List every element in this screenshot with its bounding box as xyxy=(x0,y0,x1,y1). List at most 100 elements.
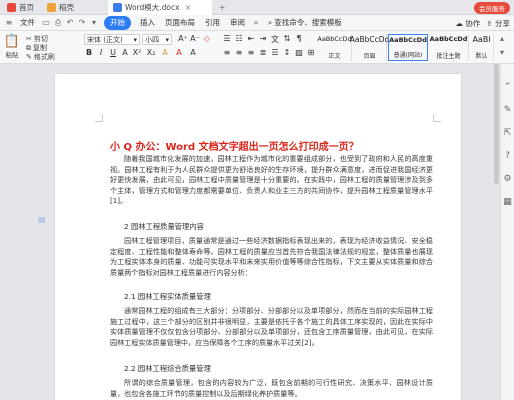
help-icon[interactable]: ? xyxy=(505,151,510,161)
style-header[interactable]: AaBbCcDd 页眉 xyxy=(349,34,390,61)
edit-pen-icon[interactable]: ✎ xyxy=(504,105,512,115)
style-default[interactable]: AaBl 默认 xyxy=(470,34,494,61)
style-name: 批注主题 xyxy=(436,53,461,60)
bullet-list-icon[interactable]: ☰ xyxy=(222,34,232,43)
save-icon[interactable]: ▭ xyxy=(41,18,51,28)
paragraph-text: 通常园林工程的组成有三大部分：分项部分、分部部分以及单项部分，然而在当前的实际园… xyxy=(110,306,433,347)
more-icon[interactable]: ▾ xyxy=(89,18,99,28)
superscript-icon[interactable]: X² xyxy=(132,48,142,57)
command-search[interactable]: ⌕ 查找命令、搜索模板 xyxy=(268,17,342,28)
justify-icon[interactable]: ≣ xyxy=(258,48,268,57)
title-bar: 首页 稻壳 Word模大.docx × + 会员服务 xyxy=(0,0,514,15)
pages-icon[interactable]: ▦ xyxy=(503,197,512,207)
chinese-layout-icon[interactable]: 文 xyxy=(270,34,280,45)
paste-label: 粘贴 xyxy=(5,51,19,59)
font-name-select[interactable]: 宋体 (正文) ▾ xyxy=(84,34,140,45)
docer-icon xyxy=(47,3,56,12)
menu-insert[interactable]: 插入 xyxy=(135,16,160,30)
strikethrough-icon[interactable]: A xyxy=(120,48,130,57)
style-normal-web[interactable]: AaBbCcDd 普通(网站) xyxy=(388,34,428,61)
more-menu-icon[interactable]: » xyxy=(251,18,261,28)
brush-icon: ✎ xyxy=(26,53,32,61)
document-workspace[interactable]: 小 Q 办公：Word 文档文字超出一页怎么打印成一页？ 随着我国城市化发展的加… xyxy=(0,64,500,400)
tab-close-icon[interactable]: × xyxy=(185,3,192,12)
cloud-icon: ☁ xyxy=(455,18,463,28)
highlight-icon[interactable]: A xyxy=(160,48,170,57)
style-sample: AaBbCcDd xyxy=(349,35,390,44)
tab-document[interactable]: Word模大.docx × xyxy=(108,0,212,15)
numbered-list-icon[interactable]: ☷ xyxy=(234,34,244,43)
underline-icon[interactable]: U xyxy=(108,48,118,57)
font-size-select[interactable]: 小四 ▾ xyxy=(142,34,172,45)
align-center-icon[interactable]: ≡ xyxy=(234,48,244,57)
new-tab-button[interactable]: + xyxy=(214,0,230,15)
styles-more-icon[interactable]: ▾ xyxy=(497,48,507,57)
shrink-font-icon[interactable]: A⁻ xyxy=(190,34,200,43)
grow-font-icon[interactable]: A⁺ xyxy=(178,34,188,43)
select-pointer-icon[interactable]: ⇱ xyxy=(504,128,512,138)
heading-2-1: 2.1 园林工程实体质量管理 xyxy=(124,292,211,301)
paragraph-intro: 随着我国城市化发展的加速，园林工程作为城市化的重要组成部分，也受到了政府和人民的… xyxy=(110,154,433,218)
chevron-down-icon: ▾ xyxy=(165,35,169,44)
tab-docer-label: 稻壳 xyxy=(59,3,74,12)
home-icon xyxy=(7,3,16,12)
subscript-icon[interactable]: X₂ xyxy=(146,48,156,57)
heading-2: 2 园林工程质量管理内容 xyxy=(124,222,204,231)
increase-indent-icon[interactable]: ⇥ xyxy=(258,34,268,43)
sidebar-collapse-icon[interactable]: ⌃ xyxy=(504,82,512,92)
menu-file[interactable]: 文件 xyxy=(15,16,40,30)
share-icon: ⇪ xyxy=(486,18,493,28)
font-size-value: 小四 xyxy=(145,35,159,44)
bold-icon[interactable]: B xyxy=(84,48,94,57)
tab-document-label: Word模大.docx xyxy=(125,3,180,12)
tab-home-label: 首页 xyxy=(19,3,34,12)
menu-start[interactable]: 开始 xyxy=(104,15,131,30)
document-page[interactable]: 小 Q 办公：Word 文档文字超出一页怎么打印成一页？ 随着我国城市化发展的加… xyxy=(55,74,461,400)
font-color-icon[interactable]: A xyxy=(174,48,184,57)
redo-icon[interactable]: ↷ xyxy=(77,18,87,28)
sort-icon[interactable]: ⇅ xyxy=(282,34,292,43)
italic-icon[interactable]: I xyxy=(96,48,106,57)
tab-docer[interactable]: 稻壳 xyxy=(42,0,79,15)
style-name: 正文 xyxy=(328,53,341,60)
char-shading-icon[interactable]: A xyxy=(188,48,198,57)
collab-label: 协作 xyxy=(465,18,481,28)
align-left-icon[interactable]: ≡ xyxy=(222,48,232,57)
hamburger-icon[interactable]: ≡ xyxy=(4,18,14,28)
vertical-scrollbar[interactable] xyxy=(494,64,499,400)
print-icon[interactable]: ⎙ xyxy=(53,18,63,28)
font-name-value: 宋体 (正文) xyxy=(87,35,123,44)
format-painter-button[interactable]: ✎ 格式刷 xyxy=(26,52,55,62)
undo-icon[interactable]: ↶ xyxy=(65,18,75,28)
plus-icon: + xyxy=(219,3,226,12)
menu-bar: ≡ 文件 ▭ ⎙ ↶ ↷ ▾ 开始 插入 页面布局 引用 审阅 » ⌕ 查找命令… xyxy=(0,15,514,31)
distributed-icon[interactable]: ☰ xyxy=(270,48,280,57)
menu-review[interactable]: 审阅 xyxy=(225,16,250,30)
heading-2-2: 2.2 园林工程综合质量管理 xyxy=(124,364,211,373)
style-comment-subject[interactable]: AaBbCcDd 批注主题 xyxy=(429,34,469,61)
ribbon-toolbar: 📋 粘贴 ✂ 剪切 ⧉ 复制 ✎ 格式刷 宋体 (正文) ▾ 小四 ▾ A⁺ A… xyxy=(0,31,514,64)
align-right-icon[interactable]: ≡ xyxy=(246,48,256,57)
upgrade-badge[interactable]: 会员服务 xyxy=(474,1,510,14)
decrease-indent-icon[interactable]: ⇤ xyxy=(246,34,256,43)
share-button[interactable]: ⇪ 分享 xyxy=(486,18,510,29)
style-normal[interactable]: AaBbCcDd 正文 xyxy=(317,34,352,61)
margin-corner xyxy=(95,114,103,122)
line-spacing-icon[interactable]: ↕ xyxy=(282,48,292,57)
collab-button[interactable]: ☁ 协作 xyxy=(455,18,480,29)
clear-format-icon[interactable]: ◇ xyxy=(202,34,212,43)
scrollbar-thumb[interactable] xyxy=(494,64,499,184)
paragraph-text: 园林工程管理项目，质量通常是通过一些经济数据指标表现出来的，表现为经济收益情况、… xyxy=(110,236,433,277)
paste-button[interactable]: 📋 粘贴 xyxy=(4,33,20,60)
style-sample: AaBbCcDd xyxy=(389,36,427,44)
adjust-icon[interactable]: ⚙ xyxy=(503,174,511,184)
menu-reference[interactable]: 引用 xyxy=(200,16,225,30)
paragraph-content: 园林工程管理项目，质量通常是通过一些经济数据指标表现出来的，表现为经济收益情况、… xyxy=(110,236,433,300)
menu-page-layout[interactable]: 页面布局 xyxy=(160,16,200,30)
shading-icon[interactable]: ▨ xyxy=(294,48,304,57)
styles-expand-icon[interactable]: ▴ xyxy=(497,34,507,43)
paragraph-marker-icon[interactable]: ▤ xyxy=(38,215,47,224)
show-marks-icon[interactable]: ¶ xyxy=(294,34,304,43)
tab-home[interactable]: 首页 xyxy=(2,0,39,15)
borders-icon[interactable]: ⊞ xyxy=(306,48,316,57)
